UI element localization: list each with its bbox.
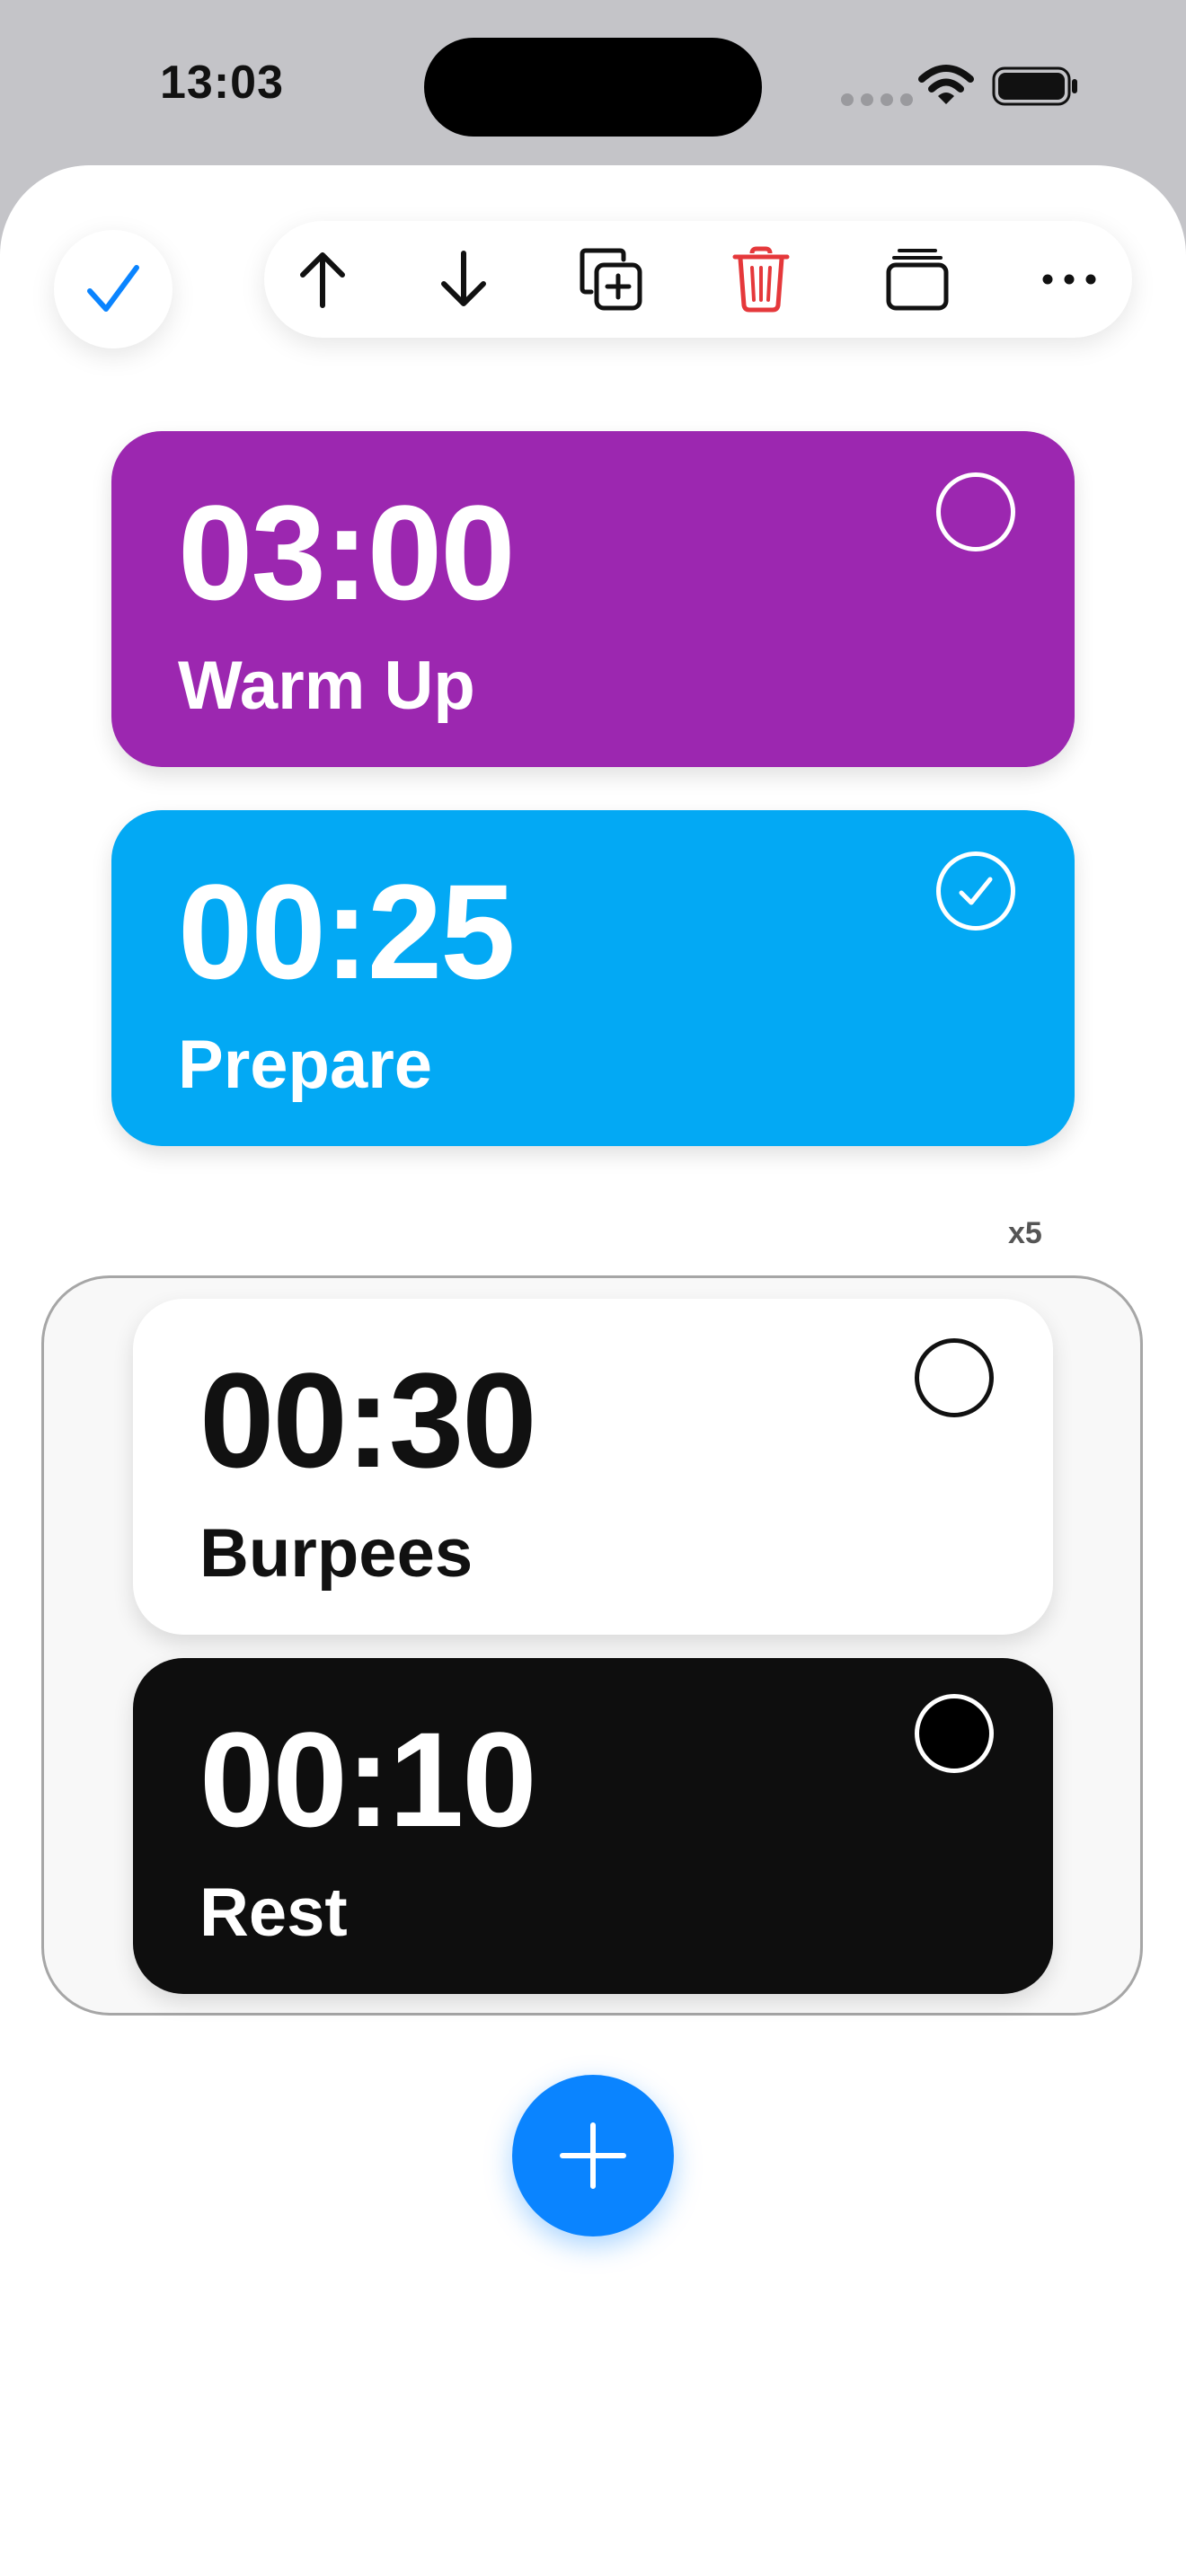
select-circle[interactable]: [915, 1338, 994, 1417]
timer-label: Rest: [199, 1875, 348, 1951]
trash-icon: [732, 246, 790, 313]
cellular-signal-icon: [841, 93, 913, 106]
status-time: 13:03: [160, 57, 284, 109]
more-button[interactable]: [1024, 221, 1114, 338]
duplicate-icon: [580, 248, 642, 311]
select-circle[interactable]: [936, 472, 1015, 551]
timer-duration: 00:30: [199, 1345, 537, 1495]
more-icon: [1042, 274, 1096, 285]
plus-icon: [560, 2122, 626, 2189]
select-circle[interactable]: [915, 1694, 994, 1773]
timer-label: Prepare: [178, 1027, 433, 1103]
duplicate-button[interactable]: [566, 221, 656, 338]
delete-button[interactable]: [716, 221, 806, 338]
move-up-button[interactable]: [278, 221, 367, 338]
timer-label: Burpees: [199, 1515, 474, 1592]
timer-card-warm-up[interactable]: 03:00 Warm Up: [111, 431, 1075, 767]
dynamic-island: [424, 38, 762, 137]
checkmark-icon: [959, 877, 993, 905]
timer-card-rest[interactable]: 00:10 Rest: [133, 1658, 1053, 1994]
timer-duration: 00:10: [199, 1704, 537, 1855]
group-button[interactable]: [872, 221, 962, 338]
battery-icon: [992, 66, 1077, 106]
timer-card-burpees[interactable]: 00:30 Burpees: [133, 1299, 1053, 1635]
screen: 13:03 03:00 Warm Up 00:25 Prepare x5 00:…: [0, 0, 1186, 2576]
timer-duration: 03:00: [178, 477, 516, 628]
timer-duration: 00:25: [178, 856, 516, 1007]
stack-icon: [886, 249, 949, 311]
add-timer-button[interactable]: [512, 2075, 674, 2236]
wifi-icon: [918, 65, 974, 104]
arrow-up-icon: [300, 252, 345, 308]
move-down-button[interactable]: [419, 221, 509, 338]
edit-toolbar: [264, 221, 1132, 338]
timer-label: Warm Up: [178, 648, 475, 724]
timer-card-prepare[interactable]: 00:25 Prepare: [111, 810, 1075, 1146]
select-circle-checked[interactable]: [936, 851, 1015, 931]
checkmark-icon: [87, 265, 139, 312]
done-button[interactable]: [54, 230, 173, 348]
repeat-count[interactable]: x5: [1008, 1216, 1042, 1251]
arrow-down-icon: [441, 251, 486, 306]
